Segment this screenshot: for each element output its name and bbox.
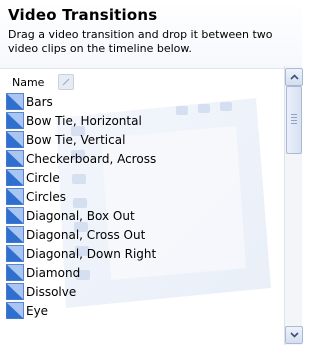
transition-icon [6,131,24,148]
list-item-label: Bow Tie, Horizontal [26,113,142,128]
list-item-label: Diagonal, Box Out [26,208,135,223]
list-item-label: Diagonal, Cross Out [26,227,146,242]
transition-icon [6,245,24,262]
list-item[interactable]: Bars [6,92,276,111]
list-scrollbar[interactable] [284,66,303,345]
transition-icon [6,169,24,186]
list-item[interactable]: Circle [6,168,276,187]
panel-title: Video Transitions [8,6,158,24]
list-item[interactable]: Diamond [6,263,276,282]
transition-icon [6,207,24,224]
scroll-thumb[interactable] [286,86,302,154]
list-item-label: Checkerboard, Across [26,151,157,166]
transition-icon [6,226,24,243]
panel-header: Video Transitions Drag a video transitio… [0,0,302,69]
list-item[interactable]: Bow Tie, Horizontal [6,111,276,130]
list-item[interactable]: Dissolve [6,282,276,301]
transitions-list[interactable]: Bars Bow Tie, Horizontal Bow Tie, Vertical… [6,92,276,345]
list-item-label: Diamond [26,265,81,280]
scroll-down-button[interactable] [285,326,303,344]
video-transitions-panel: Video Transitions Drag a video transitio… [0,0,303,345]
column-header-name: Name [12,75,45,89]
list-item[interactable]: Checkerboard, Across [6,149,276,168]
scroll-up-button[interactable] [285,68,303,86]
transition-icon [6,188,24,205]
list-item[interactable]: Diagonal, Cross Out [6,225,276,244]
transition-icon [6,150,24,167]
list-item-label: Circles [26,189,66,204]
list-item[interactable]: Eye [6,301,276,320]
transition-icon [6,283,24,300]
sort-icon[interactable] [58,74,75,90]
chevron-up-icon [289,74,299,80]
list-item[interactable]: Diagonal, Box Out [6,206,276,225]
list-item-label: Bars [26,94,53,109]
transition-icon [6,264,24,281]
list-item[interactable]: Diagonal, Down Right [6,244,276,263]
list-column-header[interactable]: Name [6,72,278,92]
list-item-label: Circle [26,170,60,185]
list-item-label: Dissolve [26,284,77,299]
list-item[interactable]: Circles [6,187,276,206]
panel-description: Drag a video transition and drop it betw… [8,28,273,55]
transition-icon [6,302,24,319]
list-item-label: Eye [26,303,49,318]
list-item[interactable]: Bow Tie, Vertical [6,130,276,149]
transition-icon [6,93,24,110]
list-item-label: Diagonal, Down Right [26,246,157,261]
list-item-label: Bow Tie, Vertical [26,132,126,147]
transition-icon [6,112,24,129]
chevron-down-icon [289,332,299,338]
